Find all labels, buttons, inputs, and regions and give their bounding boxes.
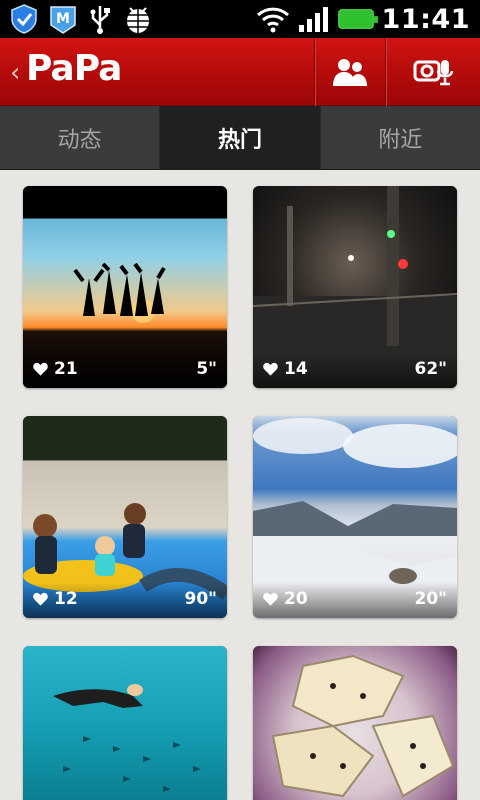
like-count: 12 [33, 589, 78, 609]
post-card[interactable]: 12 90" [23, 416, 227, 618]
post-meta: 20 20" [253, 582, 457, 618]
post-thumbnail [23, 646, 227, 800]
status-bar: M 11:41 [0, 0, 480, 38]
clock: 11:41 [381, 3, 470, 35]
camera-mic-icon [413, 60, 453, 86]
post-card[interactable]: 21 5" [23, 186, 227, 388]
svg-text:M: M [56, 11, 70, 27]
app-header: ‹ PaPa [0, 38, 480, 106]
like-count: 14 [263, 359, 308, 379]
post-meta: 12 90" [23, 582, 227, 618]
post-meta: 14 62" [253, 352, 457, 388]
usb-icon [90, 6, 110, 34]
notification-icons: M [8, 3, 154, 35]
like-count-text: 20 [284, 589, 308, 609]
cookies-art [271, 654, 455, 798]
tab-bar: 动态 热门 附近 [0, 106, 480, 170]
heart-icon [33, 362, 48, 376]
duration-label: 5" [196, 359, 217, 379]
signal-icon [298, 7, 328, 32]
like-count-text: 12 [54, 589, 78, 609]
post-card[interactable] [253, 646, 457, 800]
tab-nearby[interactable]: 附近 [321, 106, 480, 169]
heart-icon [33, 592, 48, 606]
like-count-text: 21 [54, 359, 78, 379]
post-card[interactable]: 20 20" [253, 416, 457, 618]
post-meta: 21 5" [23, 352, 227, 388]
users-icon [332, 59, 367, 86]
post-card[interactable] [23, 646, 227, 800]
tab-popular[interactable]: 热门 [160, 106, 321, 169]
like-count-text: 14 [284, 359, 308, 379]
snorkeling-art [53, 684, 201, 792]
record-button[interactable] [385, 38, 480, 106]
friends-button[interactable] [314, 38, 384, 106]
shield-icon [11, 4, 37, 34]
heart-icon [263, 592, 278, 606]
post-card[interactable]: 14 62" [253, 186, 457, 388]
post-thumbnail [253, 646, 457, 800]
battery-icon [337, 9, 378, 29]
duration-label: 62" [414, 359, 447, 379]
system-indicators: 11:41 [256, 0, 470, 38]
app-logo[interactable]: PaPa [26, 48, 122, 89]
like-count: 21 [33, 359, 78, 379]
android-debug-icon [127, 7, 149, 33]
maxthon-m-icon: M [50, 6, 76, 34]
duration-label: 90" [184, 589, 217, 609]
duration-label: 20" [414, 589, 447, 609]
tab-feed[interactable]: 动态 [0, 106, 161, 169]
heart-icon [263, 362, 278, 376]
chevron-left-icon[interactable]: ‹ [10, 58, 20, 88]
like-count: 20 [263, 589, 308, 609]
wifi-icon [256, 7, 289, 33]
